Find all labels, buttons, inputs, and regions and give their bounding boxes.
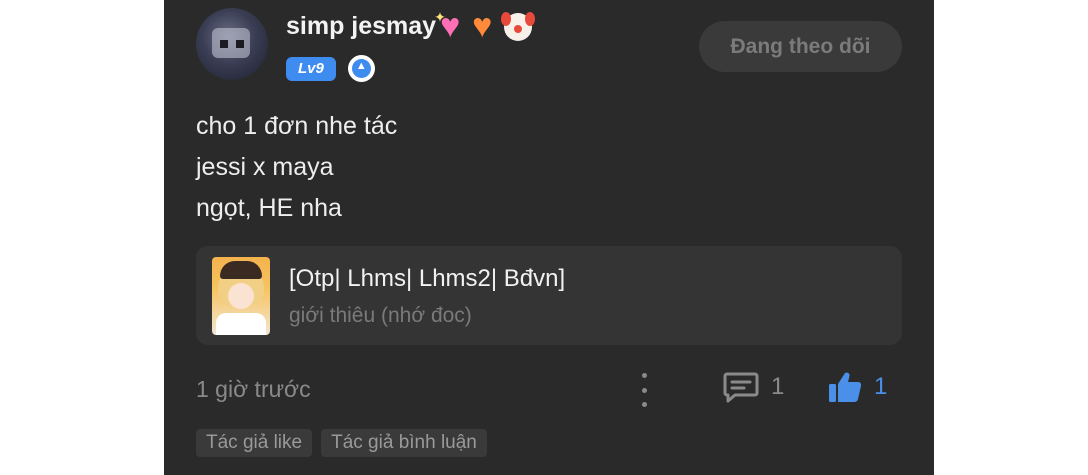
more-options-icon[interactable] <box>636 373 652 407</box>
content-line: ngọt, HE nha <box>196 194 342 222</box>
comment-icon <box>723 372 759 403</box>
content-line: jessi x maya <box>196 153 334 181</box>
level-badge: Lv9 <box>286 56 336 81</box>
like-button[interactable]: 1 <box>828 371 887 403</box>
avatar-eye <box>220 40 228 48</box>
orange-heart-icon <box>472 7 500 46</box>
story-subtitle: giới thiêu (nhớ đoc) <box>289 304 472 327</box>
following-button[interactable]: Đang theo dõi <box>699 21 902 72</box>
thumbs-up-icon <box>829 372 862 402</box>
avatar-face <box>212 28 250 58</box>
avatar-eye <box>236 40 244 48</box>
tag-author-liked: Tác giả like <box>196 429 313 457</box>
verified-badge-icon <box>347 55 375 82</box>
avatar[interactable] <box>196 8 268 80</box>
author-tags: Tác giả like Tác giả bình luận <box>196 429 487 457</box>
comment-button[interactable]: 1 <box>723 371 784 403</box>
post-timestamp: 1 giờ trước <box>196 376 311 402</box>
username-text: simp jesmay <box>286 12 437 40</box>
story-title: [Otp| Lhms| Lhms2| Bđvn] <box>289 265 566 292</box>
comment-count: 1 <box>771 373 785 400</box>
sparkling-heart-icon <box>434 7 468 46</box>
post-content: cho 1 đơn nhe tác jessi x maya ngọt, HE … <box>196 106 397 229</box>
post-card: simp jesmay Lv9 Đang theo dõi cho 1 đơn … <box>164 0 934 475</box>
like-count: 1 <box>874 373 888 400</box>
tag-author-commented: Tác giả bình luận <box>321 429 487 457</box>
username[interactable]: simp jesmay <box>286 7 536 46</box>
content-line: cho 1 đơn nhe tác <box>196 112 398 140</box>
user-badges: Lv9 <box>286 55 375 82</box>
linked-story-card[interactable]: [Otp| Lhms| Lhms2| Bđvn] giới thiêu (nhớ… <box>196 246 902 345</box>
clown-face-icon <box>501 11 536 41</box>
story-cover-image <box>212 257 270 335</box>
